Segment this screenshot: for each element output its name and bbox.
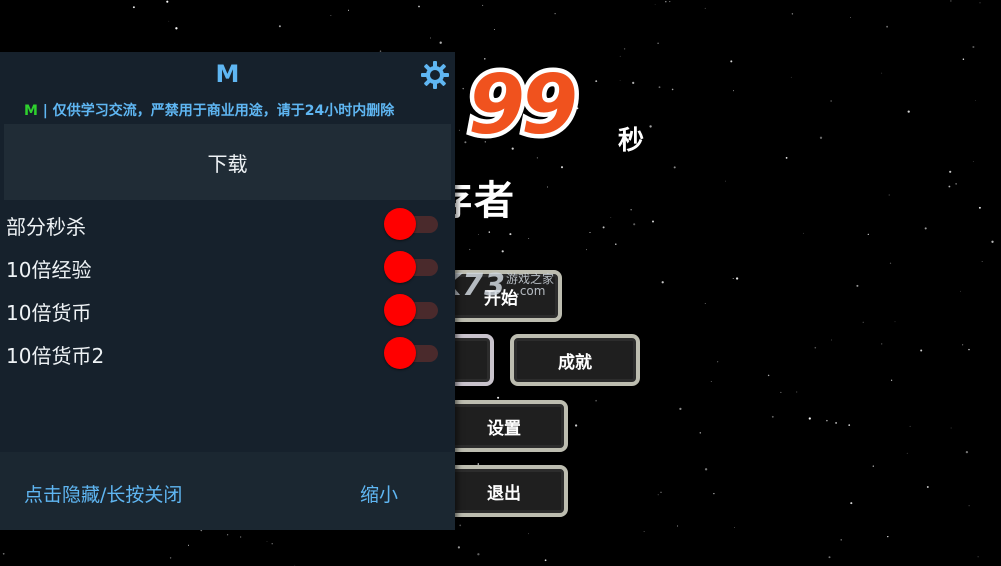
settings-button[interactable]: 设置: [440, 400, 568, 452]
option-toggle[interactable]: [384, 208, 440, 240]
option-row: 部分秒杀: [0, 204, 455, 244]
seconds-label: 秒: [618, 126, 645, 156]
option-label: 部分秒杀: [6, 215, 86, 239]
svg-text:99: 99: [468, 58, 575, 153]
hide-close-button[interactable]: 点击隐藏/长按关闭: [24, 480, 182, 507]
option-row: 10倍货币: [0, 290, 455, 330]
watermark-domain: .com: [516, 284, 546, 298]
exit-button[interactable]: 退出: [440, 465, 568, 517]
gear-icon[interactable]: [420, 60, 450, 90]
notice-text: | 仅供学习交流，严禁用于商业用途，请于24小时内删除: [37, 103, 395, 119]
option-toggle[interactable]: [384, 294, 440, 326]
exit-button-label: 退出: [487, 483, 521, 504]
achievements-button[interactable]: 成就: [510, 334, 640, 386]
option-row: 10倍货币2: [0, 333, 455, 373]
download-button[interactable]: 下载: [4, 124, 451, 200]
title-digits: 99: [464, 55, 584, 155]
option-row: 10倍经验: [0, 247, 455, 287]
option-label: 10倍货币2: [6, 344, 105, 368]
mod-menu-panel: M M | 仅供学习交流，严禁用于商业用途，请于24小时内删除 下载 部分秒杀 …: [0, 52, 455, 530]
option-toggle[interactable]: [384, 337, 440, 369]
option-label: 10倍货币: [6, 301, 92, 325]
settings-button-label: 设置: [487, 418, 521, 439]
download-button-label: 下载: [207, 151, 248, 176]
option-label: 10倍经验: [6, 258, 92, 282]
usage-notice: M | 仅供学习交流，严禁用于商业用途，请于24小时内删除: [24, 100, 394, 120]
option-toggle[interactable]: [384, 251, 440, 283]
notice-prefix: M: [24, 103, 38, 119]
mod-menu-title: M: [215, 60, 240, 88]
achievements-button-label: 成就: [558, 352, 592, 373]
minimize-button[interactable]: 缩小: [360, 480, 398, 507]
panel-footer: 点击隐藏/长按关闭 缩小: [0, 452, 455, 530]
